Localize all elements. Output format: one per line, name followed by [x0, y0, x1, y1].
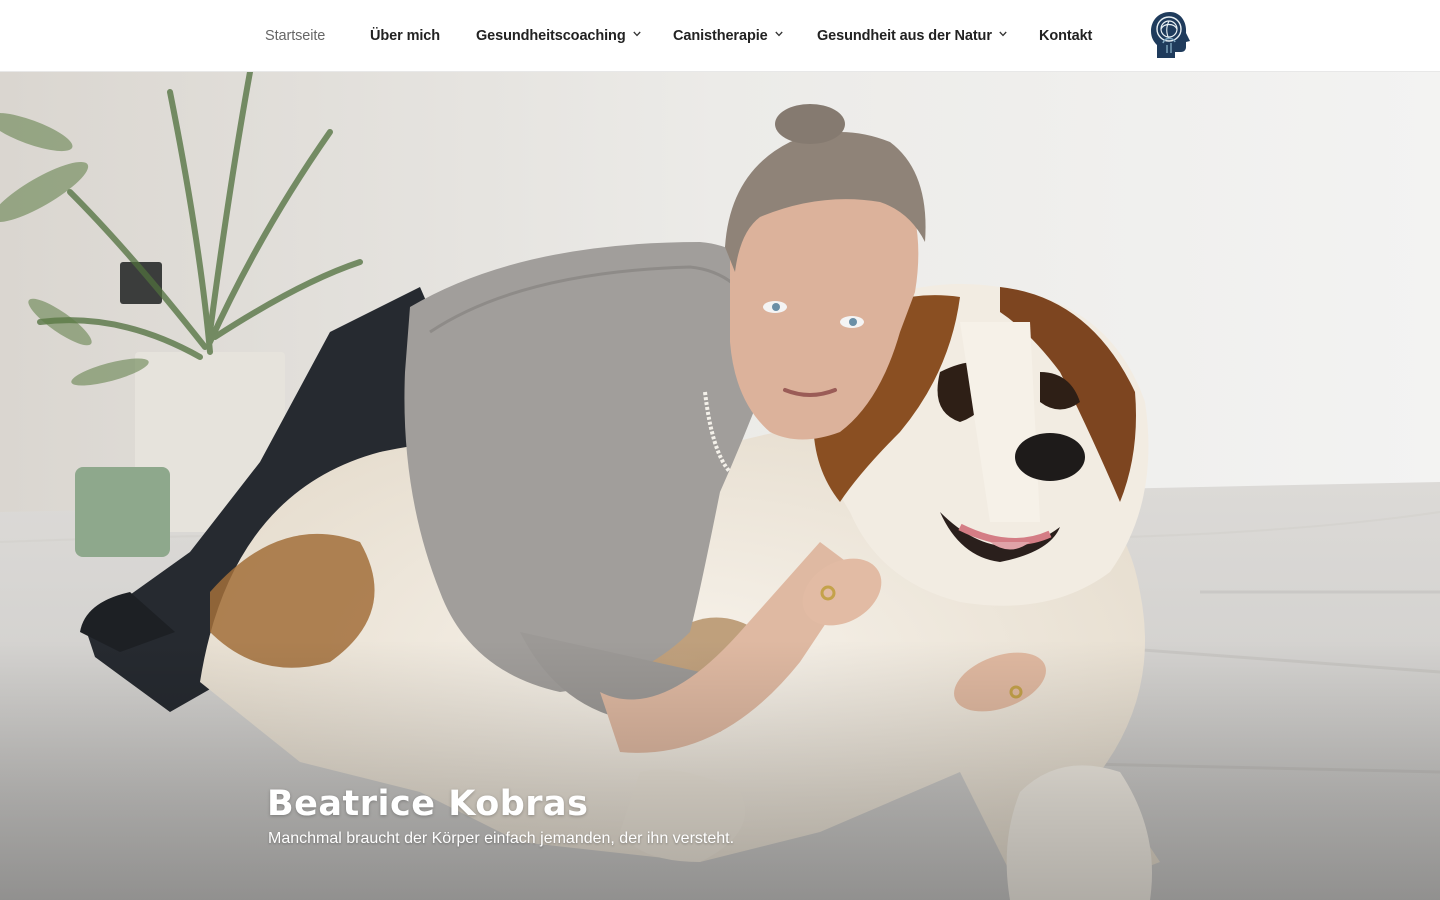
nav-item-gesundheit-aus-der-natur[interactable]: Gesundheit aus der Natur [817, 25, 1007, 47]
nav-item-label: Startseite [265, 28, 326, 44]
nav-item-canistherapie[interactable]: Canistherapie [673, 25, 783, 47]
nav-item-gesundheitscoaching[interactable]: Gesundheitscoaching [476, 25, 641, 47]
nav-item-startseite[interactable]: Startseite [265, 25, 325, 47]
head-brain-logo-icon[interactable] [1148, 9, 1196, 61]
hero-section: Beatrice Kobras Manchmal braucht der Kör… [0, 72, 1440, 900]
hero-title: Beatrice Kobras [267, 784, 589, 824]
nav-item-label: Kontakt [1039, 28, 1093, 44]
chevron-down-icon [999, 31, 1007, 38]
nav-item-kontakt[interactable]: Kontakt [1039, 25, 1092, 47]
main-navigation: Startseite Über mich Gesundheitscoaching… [0, 0, 1440, 72]
nav-item-label: Gesundheit aus der Natur [817, 28, 992, 44]
hero-subtitle: Manchmal braucht der Körper einfach jema… [268, 830, 735, 847]
chevron-down-icon [632, 31, 641, 38]
hero-overlay [0, 640, 1440, 900]
chevron-down-icon [774, 31, 783, 38]
nav-item-label: Gesundheitscoaching [476, 28, 626, 44]
nav-item-label: Über mich [370, 28, 441, 44]
nav-item-ueber-mich[interactable]: Über mich [370, 25, 440, 47]
site-header: Startseite Über mich Gesundheitscoaching… [0, 0, 1440, 72]
nav-item-label: Canistherapie [673, 28, 768, 44]
